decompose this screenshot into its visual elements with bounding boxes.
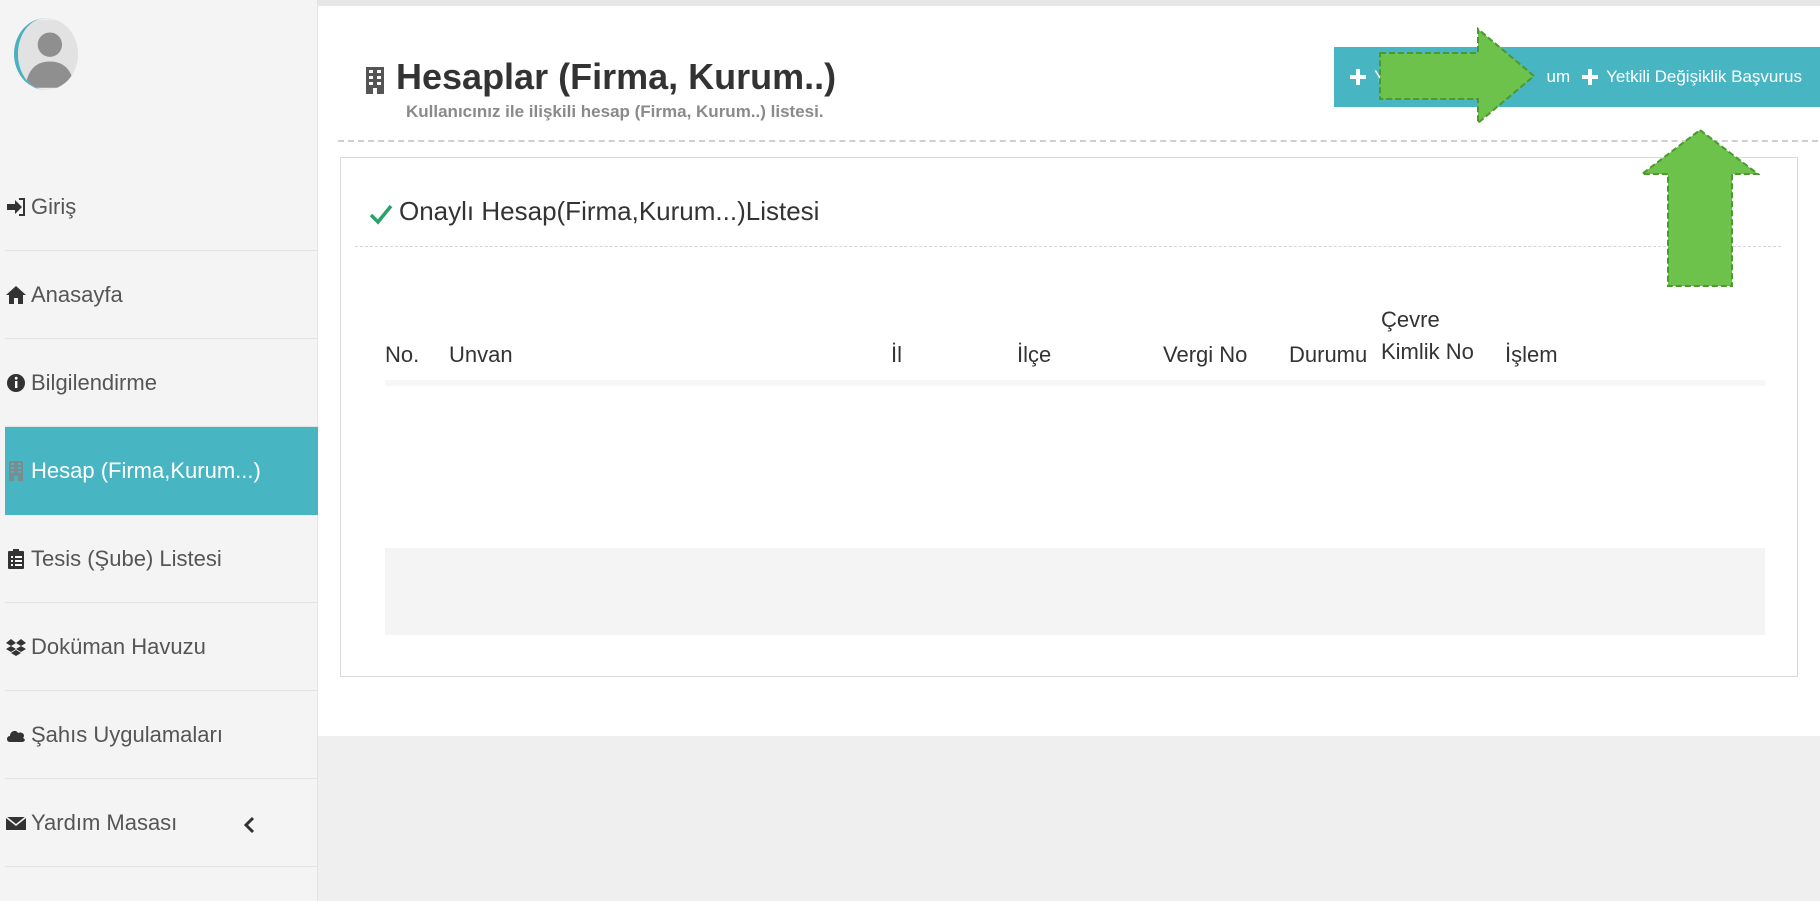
user-avatar-icon xyxy=(18,20,78,88)
checkmark-icon xyxy=(369,201,393,225)
column-header-islem[interactable]: İşlem xyxy=(1505,342,1558,368)
plus-icon xyxy=(1580,67,1600,87)
authorized-change-button[interactable]: Yetkili Değişiklik Başvurus xyxy=(1580,67,1802,87)
page-title-text: Hesaplar (Firma, Kurum..) xyxy=(396,56,837,97)
panel-title: Onaylı Hesap(Firma,Kurum...)Listesi xyxy=(369,196,819,227)
chevron-left-icon[interactable] xyxy=(242,814,258,833)
sidebar-item-yardim[interactable]: Yardım Masası xyxy=(5,779,318,867)
main-content: Hesaplar (Firma, Kurum..) Kullanıcınız i… xyxy=(318,0,1820,901)
column-header-durumu[interactable]: Durumu xyxy=(1289,342,1367,368)
info-icon xyxy=(5,372,27,394)
dropbox-icon xyxy=(5,636,27,658)
divider xyxy=(338,140,1818,142)
sidebar-item-hesap[interactable]: Hesap (Firma,Kurum...) xyxy=(5,427,318,515)
accounts-panel: Onaylı Hesap(Firma,Kurum...)Listesi No. … xyxy=(340,157,1798,677)
table-header: No. Unvan İl İlçe Vergi No Durumu Çevre … xyxy=(385,288,1765,368)
column-header-cevre-line1: Çevre xyxy=(1381,307,1440,332)
sidebar-item-label: Anasayfa xyxy=(31,281,123,307)
home-icon xyxy=(5,284,27,306)
building-icon xyxy=(364,62,386,94)
right-arrow-annotation xyxy=(1378,27,1536,125)
column-header-unvan[interactable]: Unvan xyxy=(449,342,513,368)
sidebar-item-bilgilendirme[interactable]: Bilgilendirme xyxy=(5,339,318,427)
envelope-icon xyxy=(5,812,27,834)
table-body xyxy=(385,380,1765,548)
new-account-label-right: um xyxy=(1546,67,1571,86)
app-root: Giriş Anasayfa Bilgilendirme Hesap (Firm… xyxy=(0,0,1820,901)
footer-area xyxy=(318,736,1820,901)
table-footer xyxy=(385,548,1765,635)
divider xyxy=(355,246,1781,247)
sidebar-nav: Giriş Anasayfa Bilgilendirme Hesap (Firm… xyxy=(5,163,318,867)
column-header-ilce[interactable]: İlçe xyxy=(1017,342,1051,368)
sidebar-item-tesis[interactable]: Tesis (Şube) Listesi xyxy=(5,515,318,603)
sign-in-icon xyxy=(5,196,27,218)
plus-icon xyxy=(1348,67,1368,87)
table-empty-area xyxy=(385,386,1765,548)
sidebar-item-sahis[interactable]: Şahıs Uygulamaları xyxy=(5,691,318,779)
sidebar-item-label: Hesap (Firma,Kurum...) xyxy=(31,457,261,483)
column-header-no[interactable]: No. xyxy=(385,342,419,368)
page-subtitle: Kullanıcınız ile ilişkili hesap (Firma, … xyxy=(406,102,824,121)
sidebar-item-label: Giriş xyxy=(31,193,77,219)
sidebar-item-label: Şahıs Uygulamaları xyxy=(31,721,223,747)
sidebar-item-anasayfa[interactable]: Anasayfa xyxy=(5,251,318,339)
sidebar-item-label: Bilgilendirme xyxy=(31,369,157,395)
building-icon xyxy=(5,460,27,482)
sidebar: Giriş Anasayfa Bilgilendirme Hesap (Firm… xyxy=(0,0,318,901)
column-header-il[interactable]: İl xyxy=(891,342,902,368)
sidebar-item-dokuman[interactable]: Doküman Havuzu xyxy=(5,603,318,691)
column-header-vergi-no[interactable]: Vergi No xyxy=(1163,342,1247,368)
column-header-cevre-line2: Kimlik No xyxy=(1381,339,1474,364)
sidebar-item-label: Doküman Havuzu xyxy=(31,633,206,659)
up-arrow-annotation xyxy=(1640,128,1760,288)
avatar[interactable] xyxy=(14,18,78,90)
page-title: Hesaplar (Firma, Kurum..) xyxy=(364,56,836,98)
clipboard-icon xyxy=(5,548,27,570)
panel-title-text: Onaylı Hesap(Firma,Kurum...)Listesi xyxy=(399,196,820,226)
sidebar-item-label: Tesis (Şube) Listesi xyxy=(31,545,222,571)
cloud-icon xyxy=(5,724,27,746)
authorized-change-label: Yetkili Değişiklik Başvurus xyxy=(1606,67,1802,86)
sidebar-item-giris[interactable]: Giriş xyxy=(5,163,318,251)
sidebar-item-label: Yardım Masası xyxy=(31,809,178,835)
column-header-cevre-kimlik-no[interactable]: Çevre Kimlik No xyxy=(1381,304,1474,368)
